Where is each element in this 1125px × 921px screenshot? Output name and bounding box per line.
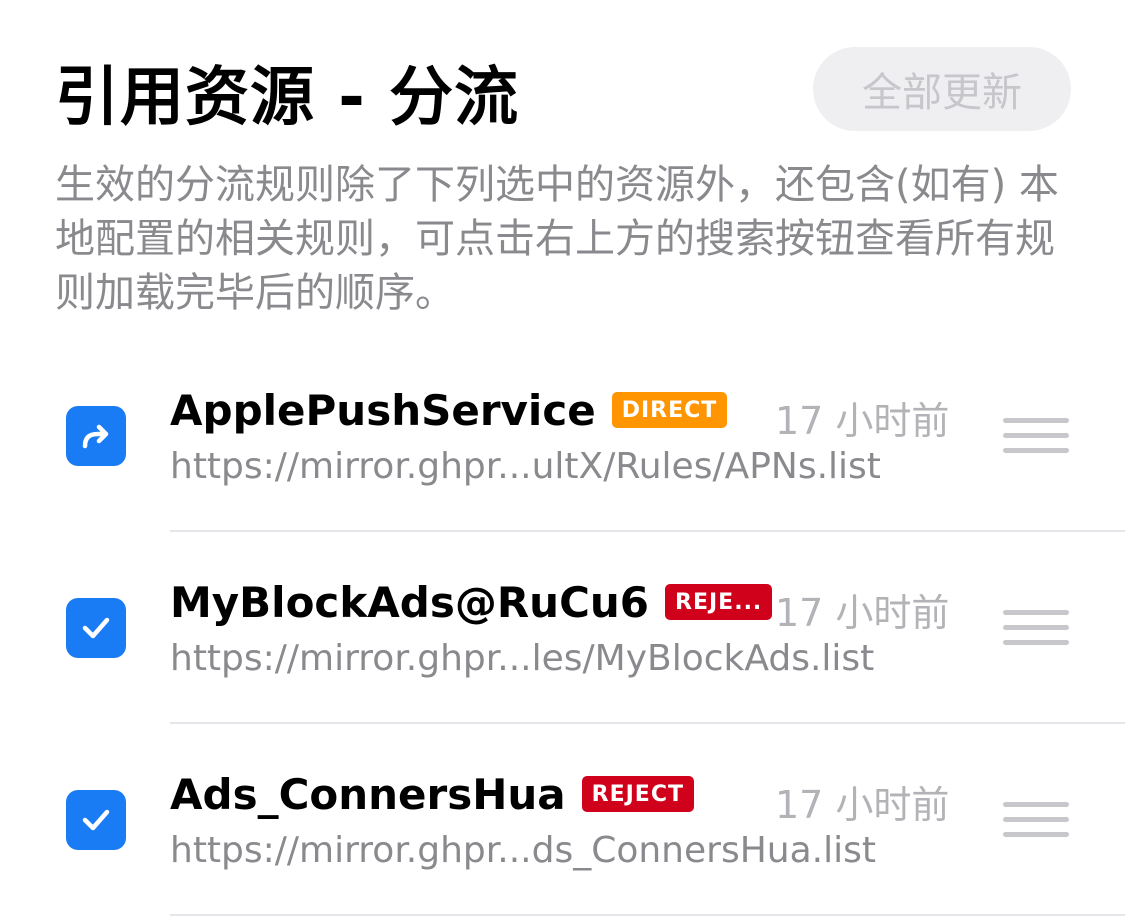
description-text: 生效的分流规则除了下列选中的资源外，还包含(如有) 本地配置的相关规则，可点击右… — [55, 162, 1059, 316]
policy-badge: REJE... — [665, 584, 773, 620]
rule-url: https://mirror.ghpr...ds_ConnersHua.list — [170, 830, 876, 871]
drag-handle-icon[interactable] — [1003, 610, 1069, 646]
rule-row[interactable]: MyBlockAds@RuCu6 REJE... 17 小时前 https://… — [0, 532, 1125, 724]
rule-row[interactable]: Ads_ConnersHua REJECT 17 小时前 https://mir… — [0, 724, 1125, 916]
update-all-button[interactable]: 全部更新 — [813, 47, 1071, 131]
drag-handle-icon[interactable] — [1003, 418, 1069, 454]
rule-url: https://mirror.ghpr...ultX/Rules/APNs.li… — [170, 446, 881, 487]
row-separator — [170, 914, 1125, 916]
updated-time: 17 小时前 — [775, 783, 950, 827]
rule-name-line: Ads_ConnersHua REJECT — [170, 768, 694, 820]
rule-checkbox[interactable] — [66, 406, 126, 466]
drag-handle-icon[interactable] — [1003, 802, 1069, 838]
rule-url: https://mirror.ghpr...les/MyBlockAds.lis… — [170, 638, 875, 679]
arrow-icon — [82, 424, 109, 449]
rule-checkbox[interactable] — [66, 598, 126, 658]
rule-row[interactable]: ApplePushService DIRECT 17 小时前 https://m… — [0, 340, 1125, 532]
policy-badge: DIRECT — [611, 392, 728, 428]
updated-time: 17 小时前 — [775, 399, 950, 443]
header: 引用资源 - 分流 全部更新 生效的分流规则除了下列选中的资源外，还包含(如有)… — [0, 0, 1125, 330]
rule-name-line: ApplePushService DIRECT — [170, 384, 728, 436]
checkmark-icon — [82, 617, 110, 639]
rule-name: Ads_ConnersHua — [170, 769, 566, 819]
policy-badge: REJECT — [581, 776, 694, 812]
rule-checkbox[interactable] — [66, 790, 126, 850]
rule-name: ApplePushService — [170, 385, 596, 435]
updated-time: 17 小时前 — [775, 591, 950, 635]
rule-name: MyBlockAds@RuCu6 — [170, 577, 650, 627]
rule-name-line: MyBlockAds@RuCu6 REJE... — [170, 576, 773, 628]
rule-list: ApplePushService DIRECT 17 小时前 https://m… — [0, 340, 1125, 916]
page-title: 引用资源 - 分流 — [55, 61, 520, 135]
checkmark-icon — [82, 809, 110, 831]
